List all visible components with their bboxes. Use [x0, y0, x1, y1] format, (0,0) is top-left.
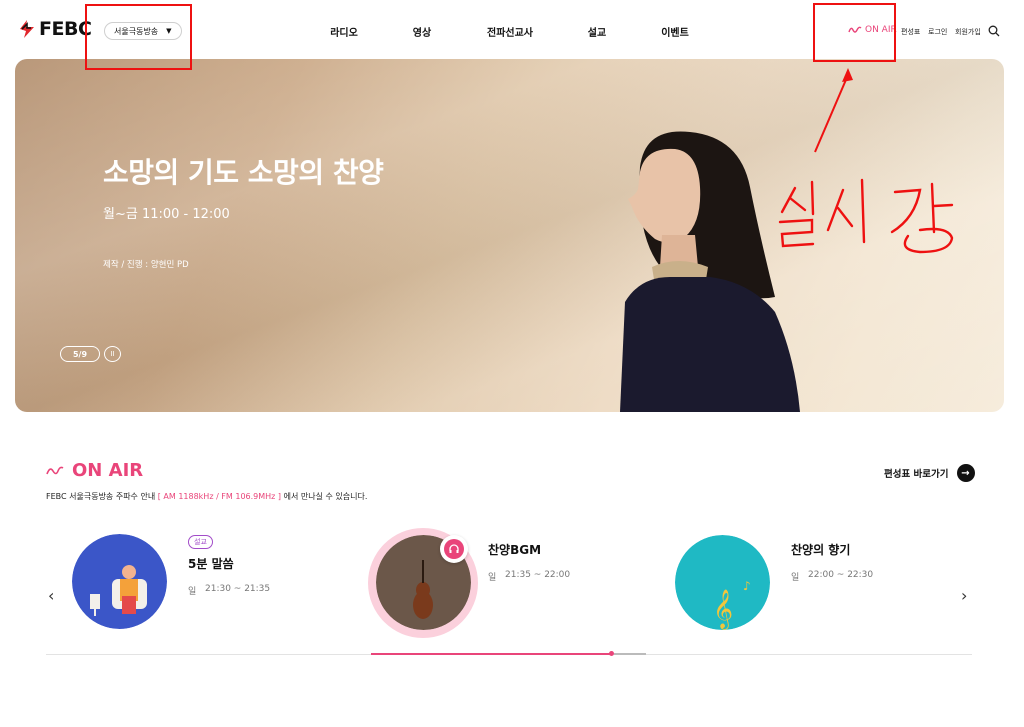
signup-link[interactable]: 회원가입 — [955, 27, 981, 37]
schedule-link-header[interactable]: 편성표 — [901, 27, 920, 37]
program-name: 5분 말씀 — [188, 557, 234, 571]
wave-icon — [46, 466, 64, 474]
program-badge: 설교 — [188, 535, 213, 549]
program-time: 21:30 ~ 21:35 — [205, 584, 271, 594]
nav-sermon[interactable]: 설교 — [588, 24, 606, 39]
program-thumbnail: 𝄞 ♪ — [675, 535, 770, 630]
schedule-link-label: 편성표 바로가기 — [884, 469, 949, 480]
host-photo — [620, 131, 800, 412]
frequency-prefix: FEBC 서울극동방송 주파수 안내 — [46, 492, 156, 501]
schedule-link[interactable]: 편성표 바로가기 → — [884, 464, 975, 482]
nav-video[interactable]: 영상 — [413, 24, 431, 39]
hero-credit: 제작 / 진행 : 양현민 PD — [103, 260, 189, 270]
onair-section-title: ON AIR — [46, 460, 143, 481]
carousel-next-button[interactable]: › — [961, 586, 967, 605]
carousel-progress — [371, 653, 611, 655]
frequency-info: FEBC 서울극동방송 주파수 안내 [ AM 1188kHz / FM 106… — [46, 491, 367, 502]
program-name: 찬양BGM — [488, 543, 542, 557]
hero-banner[interactable]: 소망의 기도 소망의 찬양 월~금 11:00 - 12:00 제작 / 진행 … — [15, 59, 1004, 412]
svg-text:𝄞: 𝄞 — [713, 589, 733, 630]
login-link[interactable]: 로그인 — [928, 27, 947, 37]
onair-title-text: ON AIR — [72, 460, 144, 481]
nav-radio[interactable]: 라디오 — [330, 24, 358, 39]
slide-counter: 5/9 — [60, 346, 100, 362]
carousel-prev-button[interactable]: ‹ — [48, 586, 54, 605]
program-day: 일 — [791, 573, 800, 583]
headphones-icon — [449, 544, 459, 553]
program-time: 22:00 ~ 22:30 — [808, 570, 874, 580]
search-icon[interactable] — [988, 25, 1000, 37]
hero-time: 월~금 11:00 - 12:00 — [103, 207, 230, 222]
frequency-suffix: 에서 만나실 수 있습니다. — [283, 492, 368, 501]
nav-event[interactable]: 이벤트 — [661, 24, 689, 39]
headphone-badge — [440, 535, 468, 563]
svg-text:♪: ♪ — [743, 579, 751, 593]
arrow-right-icon: → — [956, 464, 975, 482]
program-thumbnail — [72, 534, 167, 629]
nav-missionary[interactable]: 전파선교사 — [487, 24, 533, 39]
pause-button[interactable]: II — [104, 346, 121, 362]
program-day: 일 — [188, 587, 197, 597]
annotation-box-onair — [813, 3, 896, 62]
program-time: 21:35 ~ 22:00 — [505, 570, 571, 580]
program-name: 찬양의 향기 — [791, 543, 851, 557]
carousel-track-segment — [614, 653, 646, 655]
annotation-box-station — [85, 4, 192, 70]
hero-title: 소망의 기도 소망의 찬양 — [103, 156, 384, 189]
hero-background — [15, 59, 1004, 412]
frequency-values: [ AM 1188kHz / FM 106.9MHz ] — [157, 492, 282, 501]
program-day: 일 — [488, 573, 497, 583]
